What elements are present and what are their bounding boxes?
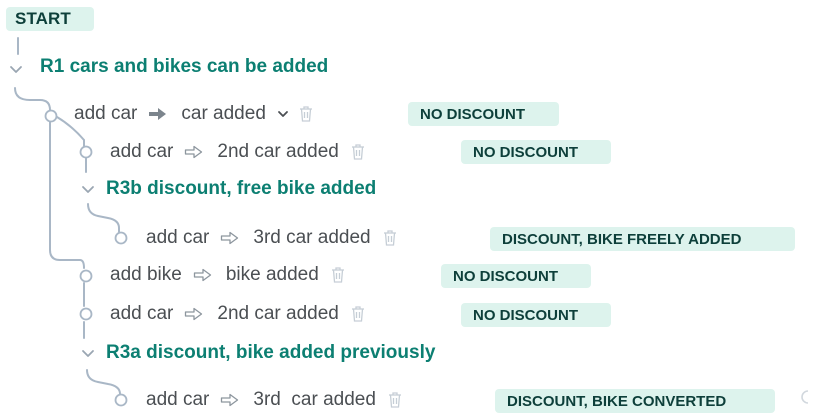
trash-icon[interactable] [382, 229, 398, 247]
chevron-down-icon[interactable] [80, 346, 96, 360]
step-add-car-3[interactable]: add car 3rd car added [146, 227, 398, 249]
rule-title: R3b discount, free bike added [106, 178, 377, 199]
status-badge: NO DISCOUNT [461, 140, 611, 164]
status-badge: NO DISCOUNT [461, 303, 611, 327]
hollow-arrow-icon [185, 307, 203, 321]
step-add-bike[interactable]: add bike bike added [110, 264, 346, 286]
status-badge: DISCOUNT, BIKE FREELY ADDED [490, 227, 795, 251]
badge-label: NO DISCOUNT [473, 143, 578, 161]
step-add-car-2[interactable]: add car 2nd car added [110, 141, 366, 163]
step-action: add car [146, 227, 210, 248]
step-result: 2nd car added [217, 141, 339, 162]
rule-r3b[interactable]: R3b discount, free bike added [80, 178, 376, 200]
partial-circle-icon [801, 390, 809, 404]
badge-label: NO DISCOUNT [420, 105, 525, 123]
badge-label: NO DISCOUNT [453, 267, 558, 285]
trash-icon[interactable] [350, 143, 366, 161]
hollow-arrow-icon [221, 231, 239, 245]
badge-label: DISCOUNT, BIKE CONVERTED [507, 392, 727, 410]
badge-label: DISCOUNT, BIKE FREELY ADDED [502, 230, 742, 248]
trash-icon[interactable] [387, 391, 403, 409]
step-action: add car [74, 103, 138, 124]
status-badge: NO DISCOUNT [441, 264, 591, 288]
hollow-arrow-icon [221, 393, 239, 407]
step-action: add car [146, 389, 210, 410]
step-add-car-1[interactable]: add car car added [74, 103, 314, 125]
step-result: 2nd car added [217, 303, 339, 324]
step-action: add car [110, 303, 174, 324]
hollow-arrow-icon [185, 145, 203, 159]
step-result: 3rd car added [253, 389, 376, 410]
rule-r1[interactable]: R1 cars and bikes can be added [40, 56, 328, 78]
status-badge: DISCOUNT, BIKE CONVERTED [495, 389, 775, 413]
hollow-arrow-icon [193, 268, 211, 282]
step-result: bike added [225, 264, 319, 285]
step-action: add car [110, 141, 174, 162]
start-label: START [15, 9, 71, 28]
scenario-tree: START R1 cars and bikes can be added add… [0, 0, 813, 415]
badge-label: NO DISCOUNT [473, 306, 578, 324]
rule-title: R1 cars and bikes can be added [40, 56, 329, 77]
rule-r3a[interactable]: R3a discount, bike added previously [80, 342, 435, 364]
solid-arrow-icon [149, 108, 167, 120]
trash-icon[interactable] [298, 105, 314, 123]
status-badge: NO DISCOUNT [408, 102, 559, 126]
chevron-down-icon[interactable] [80, 182, 96, 196]
step-add-car-4[interactable]: add car 2nd car added [110, 303, 366, 325]
step-add-car-5[interactable]: add car 3rd car added [146, 389, 403, 411]
step-result: 3rd car added [253, 227, 371, 248]
step-action: add bike [110, 264, 182, 285]
step-result: car added [181, 103, 266, 124]
trash-icon[interactable] [350, 305, 366, 323]
start-node[interactable]: START [6, 7, 94, 31]
chevron-down-icon[interactable] [277, 108, 289, 120]
rule-title: R3a discount, bike added previously [106, 342, 436, 363]
trash-icon[interactable] [330, 266, 346, 284]
